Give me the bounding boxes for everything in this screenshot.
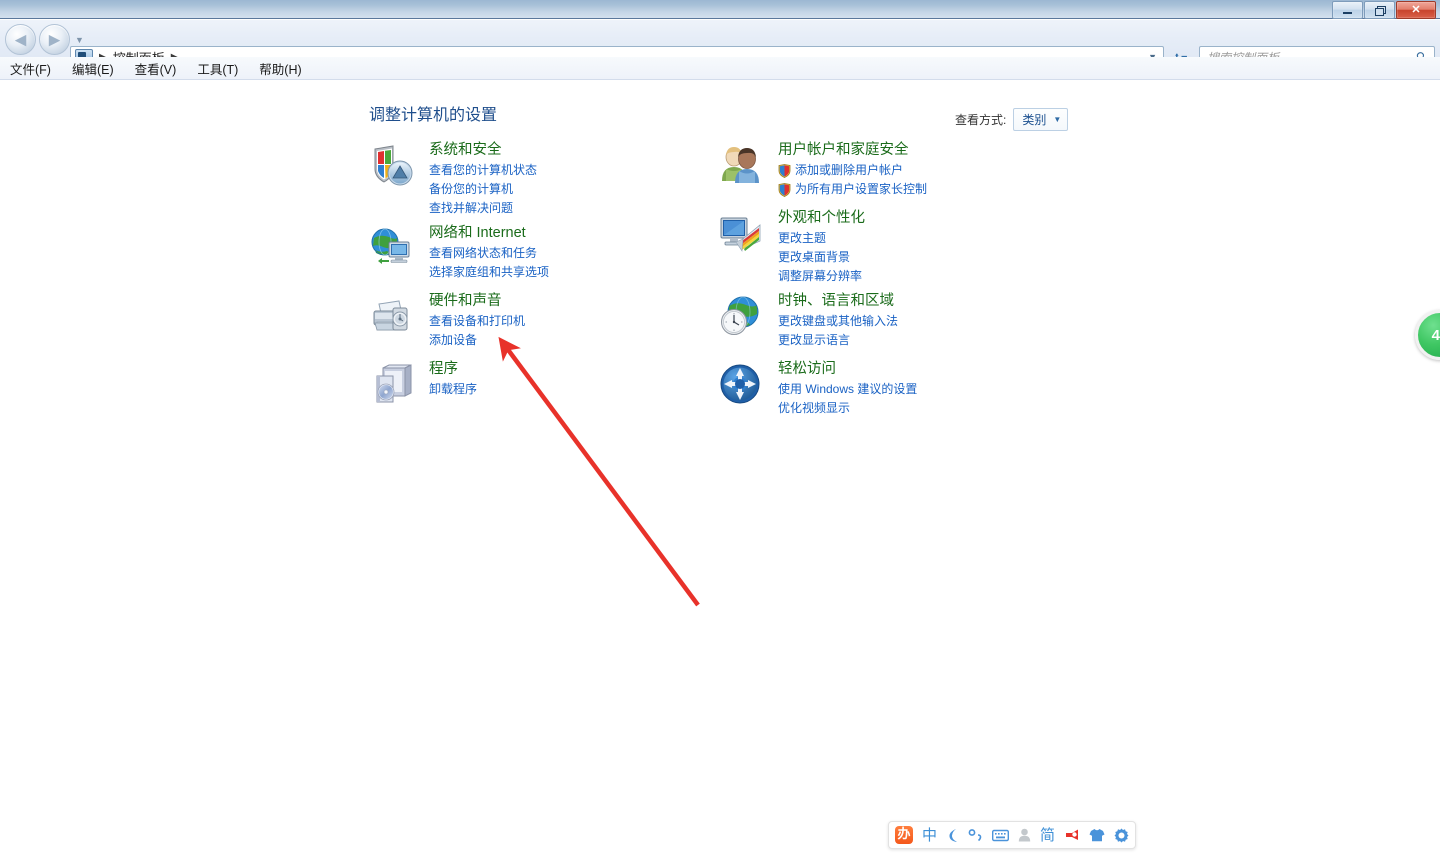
close-button[interactable]: ✕ <box>1396 1 1436 19</box>
category-user-accounts-and-family-safety: 用户帐户和家庭安全 添加或删除用户帐户 为所有用户设置家长控制 <box>718 141 1048 203</box>
category-system-and-security: 系统和安全 查看您的计算机状态 备份您的计算机 查找并解决问题 <box>369 141 699 218</box>
ime-simplified-icon[interactable]: 简 <box>1040 825 1055 845</box>
category-appearance-and-personalization: 外观和个性化 更改主题 更改桌面背景 调整屏幕分辨率 <box>718 209 1048 286</box>
category-title[interactable]: 网络和 Internet <box>429 224 699 243</box>
ime-megaphone-icon[interactable] <box>1064 825 1080 845</box>
menu-item-file[interactable]: 文件(F) <box>10 59 51 78</box>
category-link[interactable]: 添加或删除用户帐户 <box>778 161 1048 180</box>
menu-item-tools[interactable]: 工具(T) <box>197 59 238 78</box>
uac-shield-icon <box>778 163 791 178</box>
category-link[interactable]: 更改键盘或其他输入法 <box>778 312 1048 331</box>
category-hardware-and-sound: 硬件和声音 查看设备和打印机 添加设备 <box>369 292 699 354</box>
maximize-restore-button[interactable] <box>1364 1 1395 19</box>
category-link[interactable]: 查看您的计算机状态 <box>429 161 699 180</box>
view-by-dropdown[interactable]: 类别 ▼ <box>1013 108 1069 131</box>
printer-sound-icon[interactable] <box>369 294 415 340</box>
users-icon[interactable] <box>718 143 764 189</box>
category-column-right: 用户帐户和家庭安全 添加或删除用户帐户 为所有用户设置家长控制 外观和个性化 更… <box>718 141 1048 428</box>
category-link[interactable]: 更改显示语言 <box>778 331 1048 350</box>
side-badge-count: 48 <box>1431 326 1440 344</box>
category-body: 轻松访问 使用 Windows 建议的设置 优化视频显示 <box>778 360 1048 418</box>
category-link[interactable]: 查找并解决问题 <box>429 199 699 218</box>
uac-shield-icon <box>778 182 791 197</box>
window-title-bar: ✕ <box>0 0 1440 19</box>
ime-user-icon[interactable] <box>1018 825 1031 845</box>
window-controls: ✕ <box>1332 1 1436 19</box>
clock-globe-icon[interactable] <box>718 294 764 340</box>
minimize-icon <box>1343 9 1352 14</box>
category-clock-language-and-region: 时钟、语言和区域 更改键盘或其他输入法 更改显示语言 <box>718 292 1048 354</box>
category-title[interactable]: 系统和安全 <box>429 141 699 160</box>
category-link-view-devices-and-printers[interactable]: 查看设备和打印机 <box>429 312 699 331</box>
category-title[interactable]: 硬件和声音 <box>429 292 699 311</box>
ime-moon-icon[interactable] <box>946 825 959 845</box>
address-toolbar: ◀ ▶ ▼ ▶ 控制面板 ▶ ▼ 搜索控制面板 ⚲ <box>0 20 1440 68</box>
category-title[interactable]: 外观和个性化 <box>778 209 1048 228</box>
category-body: 硬件和声音 查看设备和打印机 添加设备 <box>429 292 699 350</box>
category-body: 系统和安全 查看您的计算机状态 备份您的计算机 查找并解决问题 <box>429 141 699 218</box>
recent-pages-dropdown-icon[interactable]: ▼ <box>75 35 84 45</box>
ime-skin-icon[interactable] <box>1089 825 1105 845</box>
programs-cd-icon[interactable] <box>369 362 415 408</box>
category-body: 时钟、语言和区域 更改键盘或其他输入法 更改显示语言 <box>778 292 1048 350</box>
ime-keyboard-icon[interactable] <box>992 825 1010 845</box>
view-by-control: 查看方式: 类别 ▼ <box>955 108 1069 131</box>
category-link-label: 为所有用户设置家长控制 <box>795 182 928 196</box>
category-ease-of-access: 轻松访问 使用 Windows 建议的设置 优化视频显示 <box>718 360 1048 422</box>
category-title[interactable]: 时钟、语言和区域 <box>778 292 1048 311</box>
restore-icon <box>1374 5 1386 16</box>
shield-backup-icon[interactable] <box>369 143 415 189</box>
category-column-left: 系统和安全 查看您的计算机状态 备份您的计算机 查找并解决问题 网络和 Inte… <box>369 141 699 428</box>
menu-bar: 文件(F) 编辑(E) 查看(V) 工具(T) 帮助(H) <box>0 57 1440 80</box>
view-by-value: 类别 <box>1022 113 1047 127</box>
category-link[interactable]: 选择家庭组和共享选项 <box>429 263 699 282</box>
ease-of-access-icon[interactable] <box>718 362 764 408</box>
view-by-label: 查看方式: <box>955 113 1007 127</box>
category-link[interactable]: 使用 Windows 建议的设置 <box>778 380 1048 399</box>
appearance-monitor-icon[interactable] <box>718 211 764 257</box>
ime-settings-gear-icon[interactable] <box>1114 825 1129 845</box>
category-body: 程序 卸载程序 <box>429 360 699 399</box>
menu-item-edit[interactable]: 编辑(E) <box>72 59 114 78</box>
category-link[interactable]: 添加设备 <box>429 331 699 350</box>
category-link[interactable]: 调整屏幕分辨率 <box>778 267 1048 286</box>
category-programs: 程序 卸载程序 <box>369 360 699 422</box>
network-globe-icon[interactable] <box>369 226 415 272</box>
control-panel-content: 调整计算机的设置 查看方式: 类别 ▼ 系统和安全 查看您的计算机状态 备份您的… <box>0 81 1440 859</box>
category-link[interactable]: 为所有用户设置家长控制 <box>778 180 1048 199</box>
menu-item-view[interactable]: 查看(V) <box>135 59 177 78</box>
forward-button[interactable]: ▶ <box>39 24 70 55</box>
menu-item-help[interactable]: 帮助(H) <box>259 59 301 78</box>
minimize-button[interactable] <box>1332 1 1363 19</box>
close-icon: ✕ <box>1411 3 1421 16</box>
category-link[interactable]: 备份您的计算机 <box>429 180 699 199</box>
category-title[interactable]: 程序 <box>429 360 699 379</box>
category-body: 用户帐户和家庭安全 添加或删除用户帐户 为所有用户设置家长控制 <box>778 141 1048 199</box>
page-title: 调整计算机的设置 <box>369 107 498 124</box>
category-body: 网络和 Internet 查看网络状态和任务 选择家庭组和共享选项 <box>429 224 699 282</box>
ime-chinese-mode-icon[interactable]: 中 <box>922 825 937 845</box>
category-network-and-internet: 网络和 Internet 查看网络状态和任务 选择家庭组和共享选项 <box>369 224 699 286</box>
back-button[interactable]: ◀ <box>5 24 36 55</box>
category-link[interactable]: 优化视频显示 <box>778 399 1048 418</box>
ime-toolbar: 办 中 简 <box>888 821 1137 849</box>
category-link-label: 添加或删除用户帐户 <box>795 163 904 177</box>
category-link[interactable]: 更改桌面背景 <box>778 248 1048 267</box>
forward-arrow-icon: ▶ <box>48 31 61 48</box>
category-body: 外观和个性化 更改主题 更改桌面背景 调整屏幕分辨率 <box>778 209 1048 286</box>
ime-halfwidth-icon[interactable] <box>968 825 983 845</box>
category-title[interactable]: 用户帐户和家庭安全 <box>778 141 1048 160</box>
category-link[interactable]: 查看网络状态和任务 <box>429 244 699 263</box>
chevron-down-icon: ▼ <box>1053 115 1062 124</box>
category-title[interactable]: 轻松访问 <box>778 360 1048 379</box>
ime-logo-icon[interactable]: 办 <box>895 826 913 844</box>
back-arrow-icon: ◀ <box>14 31 27 48</box>
category-link[interactable]: 更改主题 <box>778 229 1048 248</box>
category-link[interactable]: 卸载程序 <box>429 380 699 399</box>
